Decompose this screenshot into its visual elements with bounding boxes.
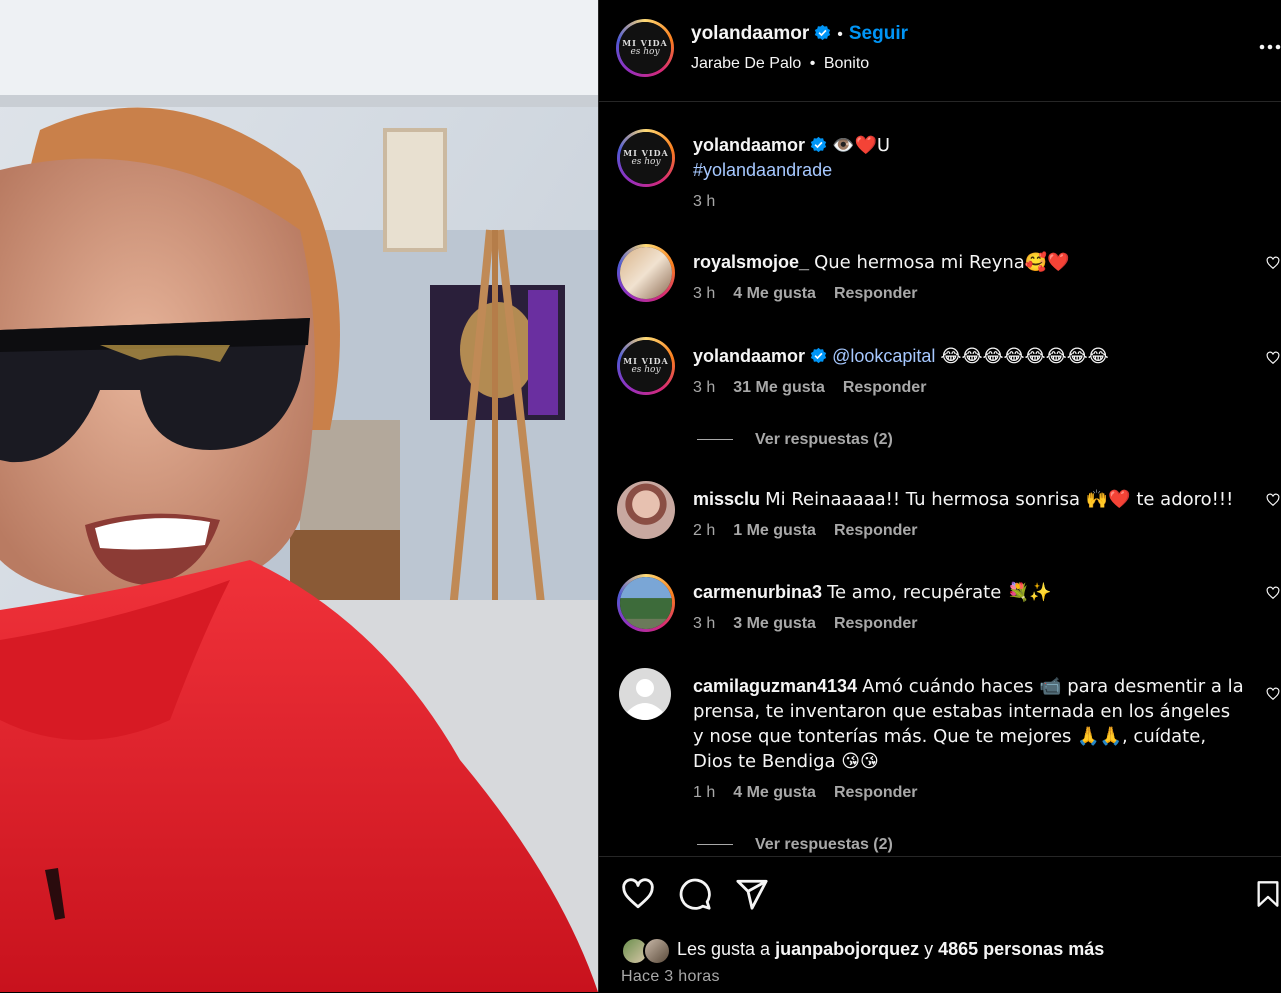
- comment-username[interactable]: yolandaamor: [693, 346, 805, 366]
- avatar-logo-text: es hoy: [630, 47, 660, 57]
- caption-hashtag[interactable]: #yolandaandrade: [693, 160, 832, 180]
- verified-icon: [810, 136, 827, 153]
- comment-username[interactable]: missclu: [693, 489, 760, 509]
- caption-time: 3 h: [693, 193, 716, 210]
- like-icon[interactable]: [621, 877, 655, 911]
- verified-icon: [815, 24, 831, 41]
- liker-avatars: [621, 935, 673, 965]
- separator: •: [837, 26, 843, 43]
- comment-text: Que hermosa mi Reyna🥰❤️: [814, 252, 1070, 273]
- comment-like-icon[interactable]: [1266, 586, 1280, 600]
- comment-time: 1 h: [693, 784, 716, 801]
- verified-icon: [810, 347, 827, 364]
- comment-like-icon[interactable]: [1266, 687, 1280, 701]
- comment-time: 3 h: [693, 379, 716, 396]
- comment-text: 😂😂😂😂😂😂😂😂: [940, 346, 1109, 367]
- comment-likes[interactable]: 1 Me gusta: [733, 522, 816, 539]
- post-photo: [0, 0, 598, 992]
- comment-text: Te amo, recupérate 💐✨: [827, 582, 1052, 603]
- post-panel: MI VIDA es hoy yolandaamor • Seguir Jarabe…: [598, 0, 1281, 992]
- post-header: MI VIDA es hoy yolandaamor • Seguir Jarabe…: [599, 0, 1281, 102]
- post-actions: Les gusta a juanpabojorquez y 4865 perso…: [599, 856, 1281, 993]
- avatar[interactable]: [617, 481, 675, 539]
- likes-prefix: Les gusta a: [677, 938, 771, 959]
- caption-text: 👁️❤️U: [832, 135, 891, 156]
- audio-separator: •: [809, 55, 816, 72]
- save-icon[interactable]: [1254, 877, 1281, 911]
- more-options-icon[interactable]: [1258, 38, 1281, 56]
- likes-summary[interactable]: Les gusta a juanpabojorquez y 4865 perso…: [621, 935, 1104, 965]
- reply-button[interactable]: Responder: [843, 379, 927, 396]
- likes-and: y: [924, 938, 934, 959]
- avatar[interactable]: MI VIDA es hoy: [617, 129, 675, 187]
- comment-time: 3 h: [693, 285, 716, 302]
- likes-user[interactable]: juanpabojorquez: [775, 939, 919, 960]
- comment-username[interactable]: camilaguzman4134: [693, 676, 857, 696]
- author-username[interactable]: yolandaamor: [691, 23, 809, 44]
- avatar[interactable]: [617, 244, 675, 302]
- share-icon[interactable]: [735, 877, 769, 911]
- post-timestamp: Hace 3 horas: [621, 968, 720, 985]
- comment-username[interactable]: carmenurbina3: [693, 582, 822, 602]
- reply-button[interactable]: Responder: [834, 285, 918, 302]
- audio-track: Bonito: [823, 55, 870, 72]
- likes-count[interactable]: 4865 personas más: [938, 939, 1104, 960]
- comment-likes[interactable]: 4 Me gusta: [733, 784, 816, 801]
- comment-like-icon[interactable]: [1266, 493, 1280, 507]
- avatar-logo-text: es hoy: [631, 365, 661, 375]
- reply-button[interactable]: Responder: [834, 784, 918, 801]
- comments-list[interactable]: MI VIDA es hoy yolandaamor 👁️❤️U #yoland…: [599, 101, 1281, 856]
- avatar[interactable]: MI VIDA es hoy: [617, 337, 675, 395]
- comment-like-icon[interactable]: [1266, 351, 1280, 365]
- post-media[interactable]: [0, 0, 598, 992]
- reply-button[interactable]: Responder: [834, 615, 918, 632]
- avatar: [643, 937, 671, 965]
- avatar-logo-text: es hoy: [631, 157, 661, 167]
- audio-artist: Jarabe De Palo: [691, 55, 802, 72]
- comment-likes[interactable]: 4 Me gusta: [733, 285, 816, 302]
- default-avatar-icon[interactable]: [619, 668, 671, 720]
- comment-likes[interactable]: 31 Me gusta: [733, 379, 825, 396]
- comment-time: 2 h: [693, 522, 716, 539]
- comment-text: Mi Reinaaaaa!! Tu hermosa sonrisa 🙌❤️ te…: [765, 489, 1234, 510]
- comment-icon[interactable]: [678, 877, 712, 911]
- reply-button[interactable]: Responder: [834, 522, 918, 539]
- comment-likes[interactable]: 3 Me gusta: [733, 615, 816, 632]
- view-replies-button[interactable]: Ver respuestas (2): [697, 431, 893, 449]
- comment-time: 3 h: [693, 615, 716, 632]
- follow-button[interactable]: Seguir: [849, 23, 908, 44]
- audio-info[interactable]: Jarabe De Palo • Bonito: [691, 55, 869, 73]
- view-replies-button[interactable]: Ver respuestas (2): [697, 836, 893, 854]
- comment-mention[interactable]: @lookcapital: [832, 346, 935, 366]
- comment-username[interactable]: royalsmojoe_: [693, 252, 809, 272]
- author-avatar[interactable]: MI VIDA es hoy: [616, 19, 674, 77]
- avatar[interactable]: [617, 574, 675, 632]
- caption-username[interactable]: yolandaamor: [693, 135, 805, 155]
- comment-like-icon[interactable]: [1266, 256, 1280, 270]
